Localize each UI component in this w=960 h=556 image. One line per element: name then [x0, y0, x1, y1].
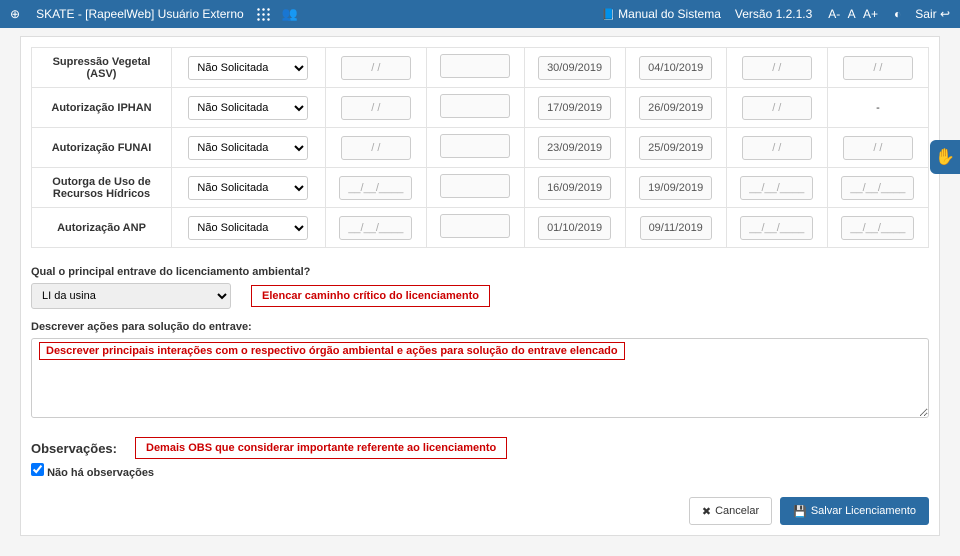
app-title: SKATE - [RapeelWeb] Usuário Externo [36, 7, 244, 21]
font-size-controls: A- A A+ [826, 7, 880, 21]
date-field[interactable]: __/__/____ [339, 176, 412, 200]
status-select[interactable]: Não Solicitada [188, 56, 308, 80]
date-field[interactable]: / / [843, 56, 913, 80]
date-field[interactable] [440, 134, 510, 158]
save-button[interactable]: 💾 Salvar Licenciamento [780, 497, 929, 525]
date-field[interactable] [440, 214, 510, 238]
date-field[interactable]: __/__/____ [339, 216, 412, 240]
logout-link[interactable]: Sair [915, 7, 950, 21]
table-row: Autorização IPHAN Não Solicitada / / 17/09/… [32, 88, 929, 128]
date-field[interactable]: 26/09/2019 [639, 96, 712, 120]
globe-icon [10, 7, 24, 21]
date-field[interactable]: / / [341, 96, 411, 120]
apps-icon[interactable] [256, 7, 270, 21]
row-label: Autorização ANP [32, 208, 172, 248]
save-icon: 💾 [793, 505, 807, 518]
date-field[interactable]: / / [742, 136, 812, 160]
date-field[interactable]: __/__/____ [740, 216, 813, 240]
date-field[interactable]: / / [341, 56, 411, 80]
row-label: Autorização IPHAN [32, 88, 172, 128]
date-field[interactable]: __/__/____ [841, 176, 914, 200]
date-field[interactable]: __/__/____ [740, 176, 813, 200]
date-field[interactable]: 25/09/2019 [639, 136, 712, 160]
book-icon [601, 7, 618, 21]
table-row: Outorga de Uso de Recursos Hídricos Não S… [32, 168, 929, 208]
no-obs-checkbox[interactable] [31, 463, 44, 476]
topbar: SKATE - [RapeelWeb] Usuário Externo Manu… [0, 0, 960, 28]
date-field[interactable]: 04/10/2019 [639, 56, 712, 80]
licenses-table: Supressão Vegetal (ASV) Não Solicitada / /… [31, 47, 929, 248]
version-label: Versão 1.2.1.3 [735, 7, 812, 21]
row-label: Outorga de Uso de Recursos Hídricos [32, 168, 172, 208]
status-select[interactable]: Não Solicitada [188, 96, 308, 120]
date-field[interactable] [440, 94, 510, 118]
acoes-callout: Descrever principais interações com o re… [39, 342, 625, 360]
form-panel: Supressão Vegetal (ASV) Não Solicitada / /… [20, 36, 940, 536]
table-row: Supressão Vegetal (ASV) Não Solicitada / /… [32, 48, 929, 88]
row-label: Autorização FUNAI [32, 128, 172, 168]
side-help-tab[interactable]: ✋ [930, 140, 960, 174]
status-select[interactable]: Não Solicitada [188, 136, 308, 160]
font-increase[interactable]: A+ [863, 7, 878, 21]
acoes-label: Descrever ações para solução do entrave: [31, 321, 929, 333]
manual-link[interactable]: Manual do Sistema [601, 7, 720, 21]
no-obs-label: Não há observações [47, 467, 154, 479]
dash: - [876, 102, 880, 114]
cancel-button[interactable]: ✖ Cancelar [689, 497, 772, 525]
date-field[interactable]: / / [742, 56, 812, 80]
principal-callout: Elencar caminho crítico do licenciamento [251, 285, 490, 307]
date-field[interactable]: 19/09/2019 [639, 176, 712, 200]
date-field[interactable]: 09/11/2019 [640, 216, 712, 240]
date-field[interactable]: / / [843, 136, 913, 160]
status-select[interactable]: Não Solicitada [188, 216, 308, 240]
contrast-icon[interactable] [894, 7, 901, 21]
font-reset[interactable]: A [848, 7, 856, 21]
table-row: Autorização FUNAI Não Solicitada / / 23/09/… [32, 128, 929, 168]
close-icon: ✖ [702, 505, 711, 518]
table-row: Autorização ANP Não Solicitada __/__/____ 0… [32, 208, 929, 248]
date-field[interactable]: __/__/____ [841, 216, 914, 240]
obs-callout: Demais OBS que considerar importante ref… [135, 437, 507, 459]
date-field[interactable] [440, 174, 510, 198]
date-field[interactable]: 30/09/2019 [538, 56, 611, 80]
date-field[interactable]: 23/09/2019 [538, 136, 611, 160]
date-field[interactable]: / / [341, 136, 411, 160]
date-field[interactable]: 16/09/2019 [538, 176, 611, 200]
principal-select[interactable]: LI da usina [31, 283, 231, 309]
principal-question: Qual o principal entrave do licenciament… [31, 266, 929, 278]
obs-label: Observações: [31, 441, 117, 456]
font-decrease[interactable]: A- [828, 7, 840, 21]
status-select[interactable]: Não Solicitada [188, 176, 308, 200]
date-field[interactable]: 01/10/2019 [538, 216, 611, 240]
date-field[interactable]: 17/09/2019 [538, 96, 611, 120]
users-icon[interactable] [282, 6, 298, 22]
row-label: Supressão Vegetal (ASV) [32, 48, 172, 88]
hand-icon: ✋ [935, 147, 955, 167]
date-field[interactable]: / / [742, 96, 812, 120]
date-field[interactable] [440, 54, 510, 78]
